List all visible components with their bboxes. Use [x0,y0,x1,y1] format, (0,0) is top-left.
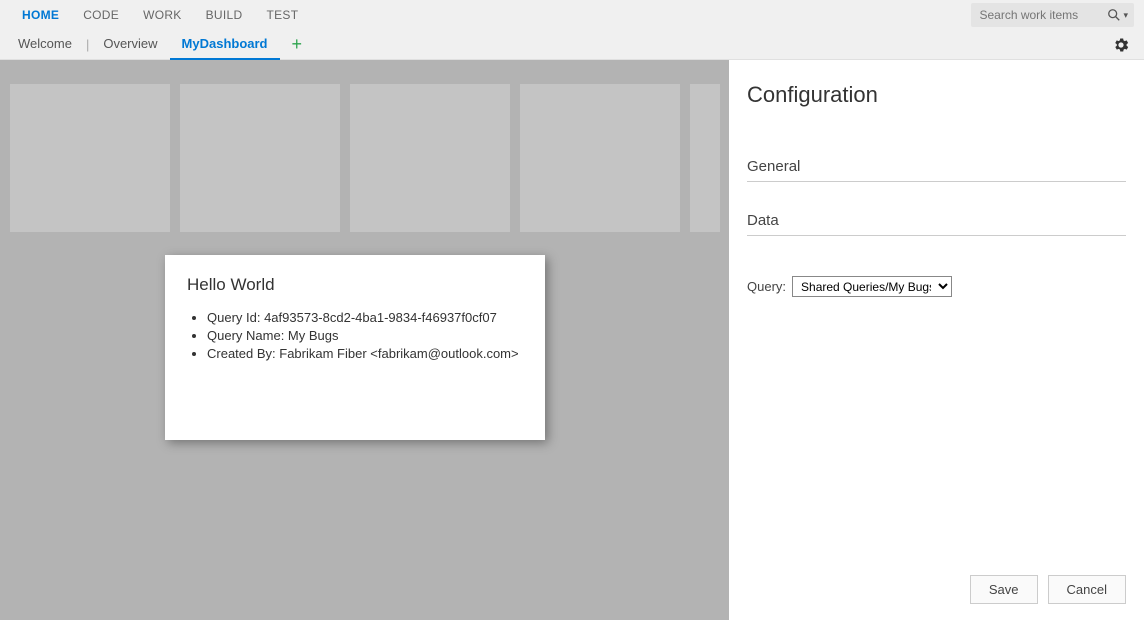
tab-separator: | [84,37,91,52]
tile-placeholder[interactable] [350,84,510,232]
popup-title: Hello World [187,275,523,295]
tile-placeholder[interactable] [690,84,720,232]
cancel-button[interactable]: Cancel [1048,575,1126,604]
popup-line-query-id: Query Id: 4af93573-8cd2-4ba1-9834-f46937… [207,309,523,327]
tab-overview[interactable]: Overview [91,30,169,60]
add-tab-button[interactable]: + [280,34,315,55]
tile-placeholder[interactable] [180,84,340,232]
tab-mydashboard[interactable]: MyDashboard [170,30,280,60]
query-label: Query: [747,279,786,294]
nav-work[interactable]: WORK [131,8,194,22]
tile-row [0,60,729,232]
nav-code[interactable]: CODE [71,8,131,22]
tab-bar: Welcome | Overview MyDashboard + [0,30,1144,60]
nav-build[interactable]: BUILD [194,8,255,22]
popup-list: Query Id: 4af93573-8cd2-4ba1-9834-f46937… [187,309,523,364]
tab-welcome[interactable]: Welcome [6,30,84,60]
search-input[interactable] [971,8,1101,22]
search-box: ▾ [971,3,1134,27]
query-select[interactable]: Shared Queries/My Bugs [792,276,952,297]
gear-icon[interactable] [1108,36,1134,54]
tile-placeholder[interactable] [520,84,680,232]
tile-placeholder[interactable] [10,84,170,232]
section-data[interactable]: Data [747,212,1126,236]
dashboard-canvas: Hello World Query Id: 4af93573-8cd2-4ba1… [0,60,729,620]
section-general[interactable]: General [747,158,1126,182]
top-nav-bar: HOME CODE WORK BUILD TEST ▾ [0,0,1144,30]
widget-popup: Hello World Query Id: 4af93573-8cd2-4ba1… [165,255,545,440]
query-row: Query: Shared Queries/My Bugs [747,276,1126,297]
content-area: Hello World Query Id: 4af93573-8cd2-4ba1… [0,60,1144,620]
panel-buttons: Save Cancel [970,575,1126,604]
search-icon[interactable]: ▾ [1101,8,1134,22]
config-title: Configuration [747,82,1126,108]
popup-line-query-name: Query Name: My Bugs [207,327,523,345]
nav-home[interactable]: HOME [10,8,71,22]
nav-test[interactable]: TEST [254,8,310,22]
save-button[interactable]: Save [970,575,1038,604]
popup-line-created-by: Created By: Fabrikam Fiber <fabrikam@out… [207,345,523,363]
config-panel: Configuration General Data Query: Shared… [729,60,1144,620]
